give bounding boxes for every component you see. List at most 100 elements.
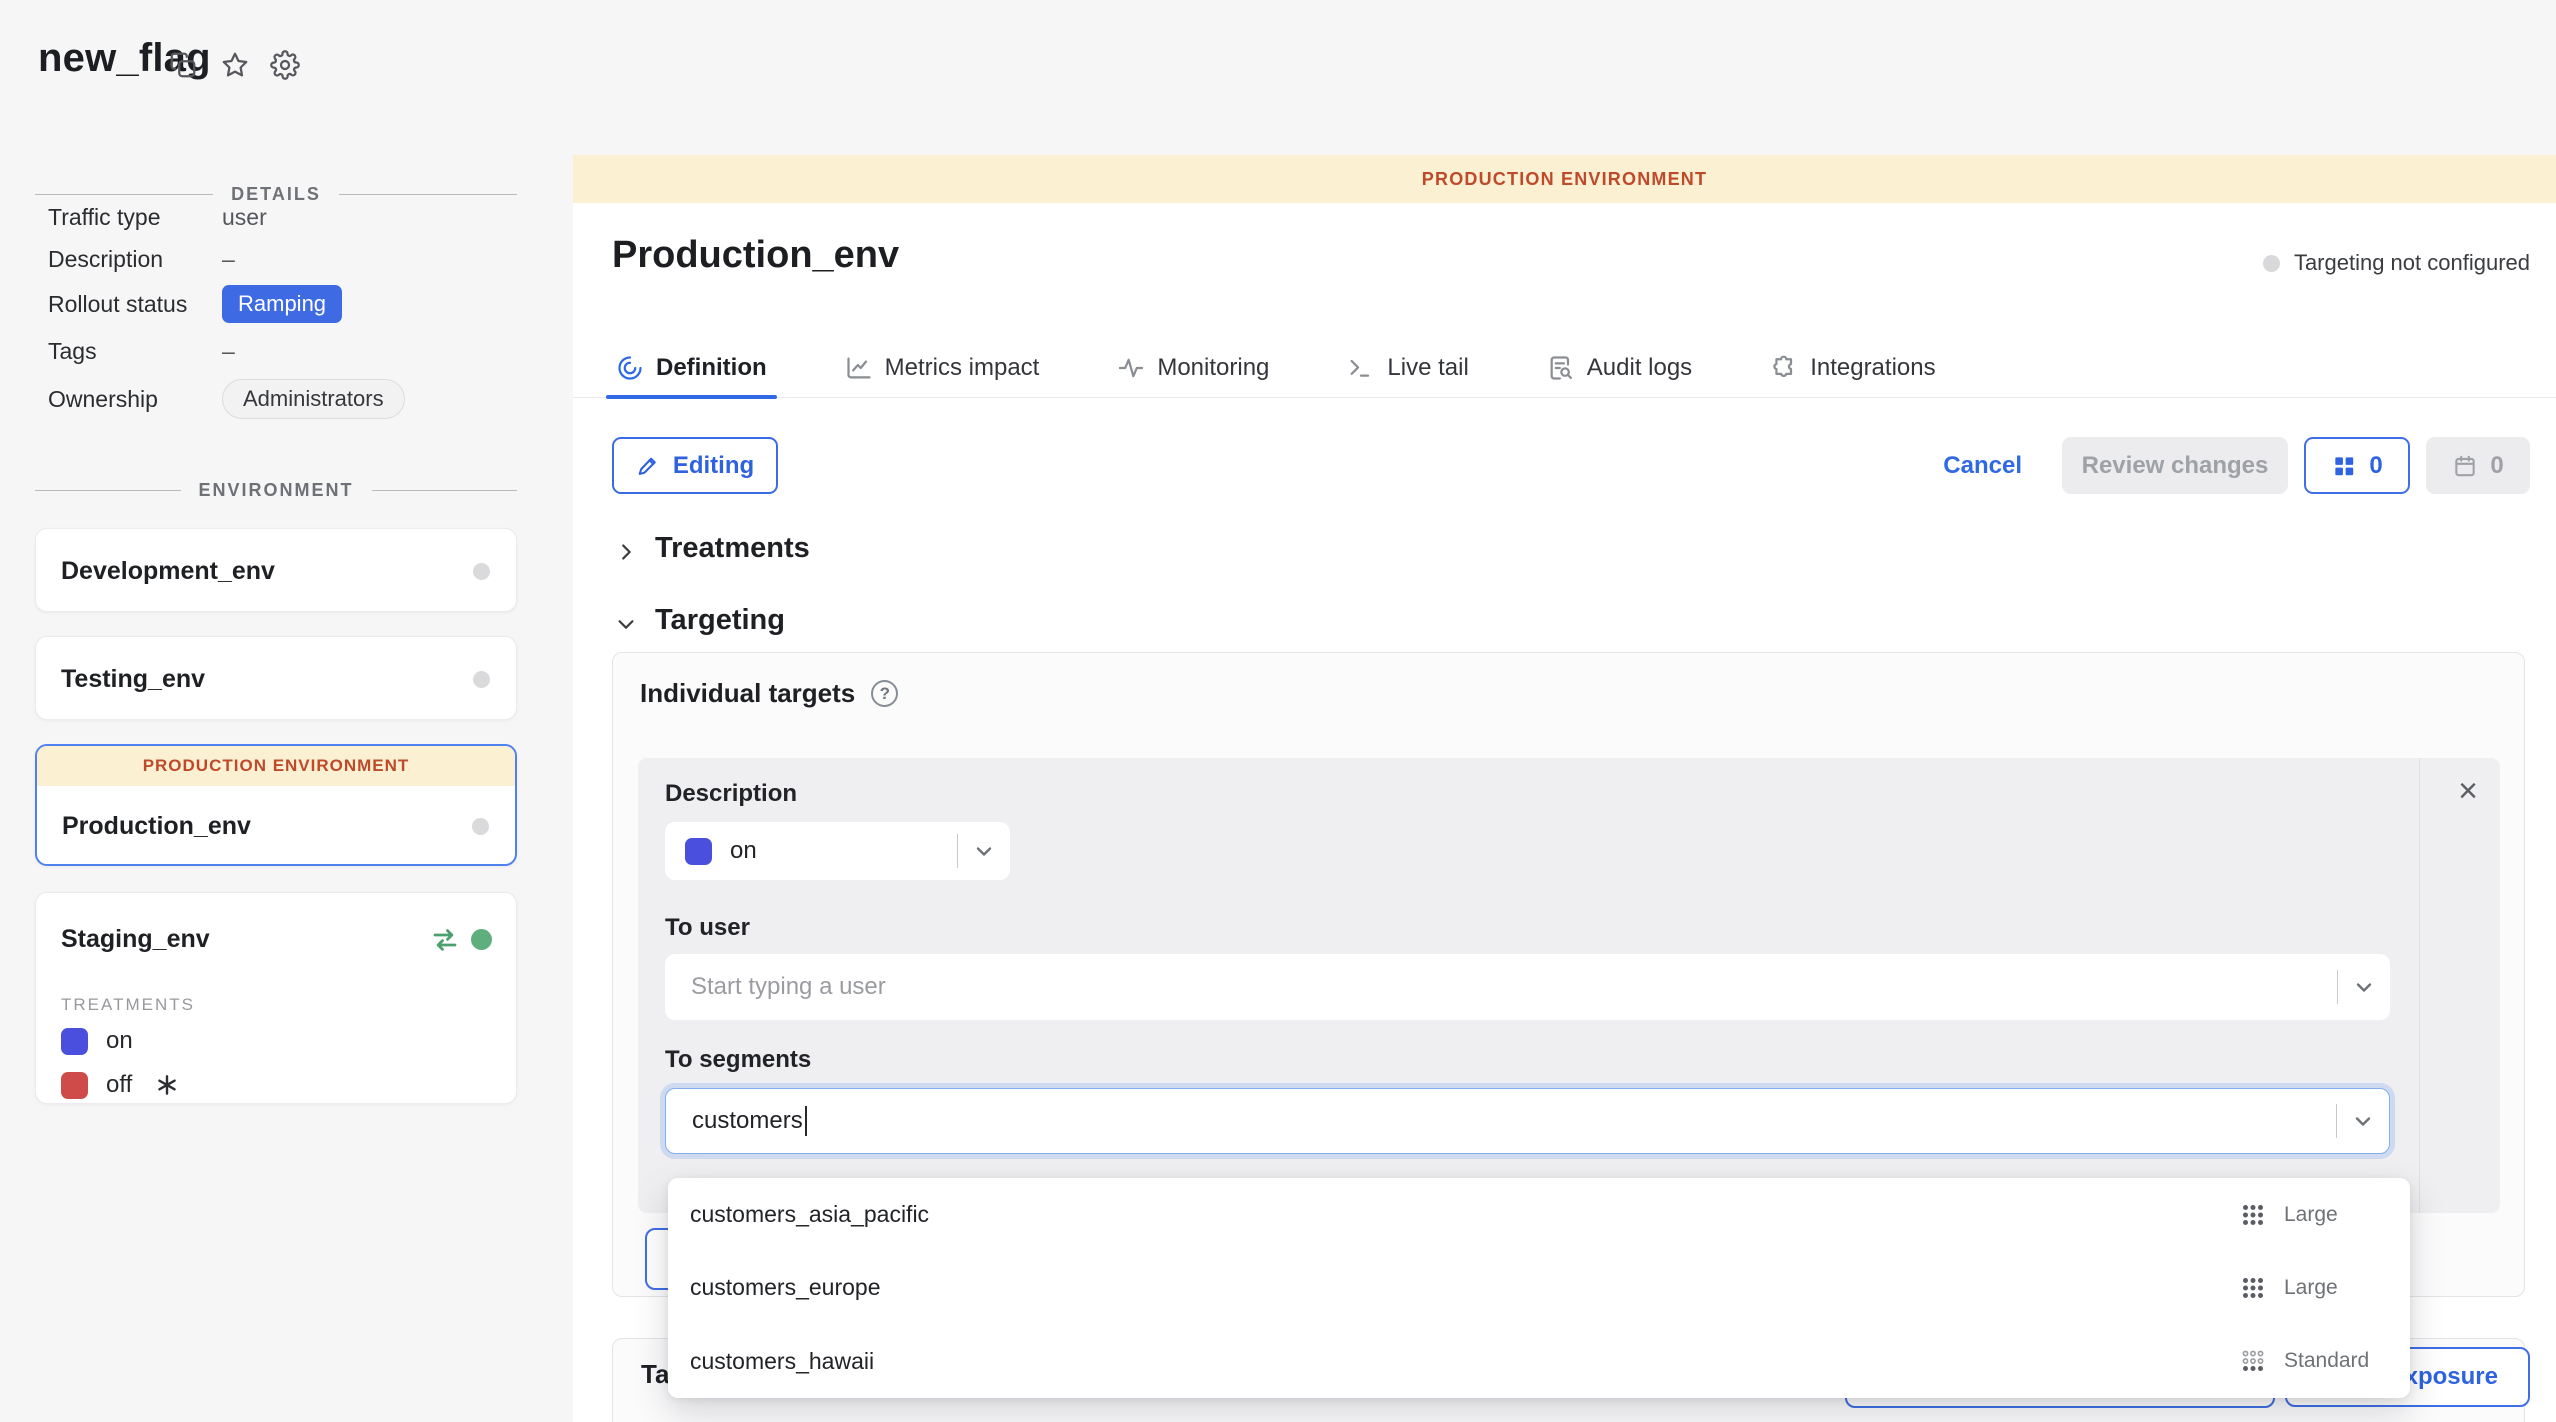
treatment-label: off [106,1071,132,1099]
segment-size: Large [2284,1276,2376,1300]
tab-label: Audit logs [1587,354,1692,382]
env-status-dot [472,818,489,835]
app-screen: new_flag DETAILS Traffic type user Descr… [0,0,2556,1422]
to-user-input[interactable] [665,954,2390,1020]
exposure-button-label-fragment: xposure [2405,1363,2498,1391]
detail-label: Traffic type [48,204,222,231]
env-name: Development_env [61,557,275,586]
detail-row-rollout-status: Rollout status Ramping [48,284,518,324]
integrations-icon [1770,354,1798,382]
detail-label: Tags [48,338,222,365]
default-treatment-asterisk-icon [154,1072,180,1098]
star-icon[interactable] [220,50,250,80]
segment-name: customers_europe [690,1274,881,1301]
grid-icon [2331,453,2357,479]
tab-label: Live tail [1387,354,1468,382]
chevron-down-icon[interactable] [2337,1109,2389,1133]
to-user-label: To user [665,914,750,942]
environment-section-heading: ENVIRONMENT [35,480,517,501]
details-section-heading: DETAILS [35,184,517,205]
chevron-down-icon[interactable] [2338,975,2390,999]
tab-bar: Definition Metrics impact Monitoring Liv… [606,338,1946,398]
text-caret [805,1106,807,1136]
to-user-field[interactable] [665,973,2337,1001]
dots-grid-outline-icon [2238,1346,2268,1376]
tab-label: Metrics impact [885,354,1040,382]
changes-count-button[interactable]: 0 [2304,437,2410,494]
tab-label: Integrations [1810,354,1935,382]
targeting-rules-title-fragment: Ta [641,1359,669,1390]
description-label: Description [665,780,797,808]
to-segments-label: To segments [665,1046,811,1074]
dots-grid-filled-icon [2238,1200,2268,1230]
cancel-link[interactable]: Cancel [1943,452,2022,480]
definition-icon [616,354,644,382]
review-changes-button[interactable]: Review changes [2062,437,2288,494]
close-icon[interactable]: × [2458,774,2478,808]
segment-size: Standard [2284,1349,2376,1373]
environment-title: Production_env [612,234,899,277]
env-card-development[interactable]: Development_env [35,528,517,612]
detail-value: – [222,338,235,365]
segment-option-europe[interactable]: customers_europe Large [668,1251,2410,1324]
scheduled-count-button[interactable]: 0 [2426,437,2530,494]
section-title: Treatments [655,532,810,565]
rollout-status-badge: Ramping [222,285,342,323]
env-name: Testing_env [61,665,205,694]
tab-live-tail[interactable]: Live tail [1337,338,1478,398]
tab-label: Definition [656,354,767,382]
env-name: Production_env [62,812,251,841]
live-tail-icon [1347,354,1375,382]
treatment-select-value: on [730,837,957,865]
treatment-on-swatch [61,1028,88,1055]
detail-value: – [222,246,235,273]
gear-icon[interactable] [270,50,300,80]
tab-integrations[interactable]: Integrations [1760,338,1945,398]
treatments-heading: TREATMENTS [61,995,195,1015]
to-segments-value: customers [692,1107,803,1135]
env-card-staging[interactable]: Staging_env TREATMENTS on off [35,892,517,1104]
metrics-icon [845,354,873,382]
to-segments-input[interactable]: customers [665,1088,2390,1154]
detail-row-description: Description – [48,246,518,273]
detail-row-tags: Tags – [48,338,518,365]
status-text: Targeting not configured [2294,250,2530,276]
production-environment-banner: PRODUCTION ENVIRONMENT [37,746,515,786]
audit-logs-icon [1547,354,1575,382]
target-rule-card: × Description on To user To segments cus… [638,758,2500,1213]
treatment-row-on: on [61,1027,133,1055]
section-title: Targeting [655,604,785,637]
editing-button[interactable]: Editing [612,437,778,494]
monitoring-icon [1117,354,1145,382]
chevron-down-icon[interactable] [958,839,1010,863]
detail-value: user [222,204,267,231]
env-card-production[interactable]: PRODUCTION ENVIRONMENT Production_env [35,744,517,866]
env-name: Staging_env [61,925,210,954]
dots-grid-filled-icon [2238,1273,2268,1303]
ownership-pill[interactable]: Administrators [222,379,405,419]
calendar-icon [2452,453,2478,479]
tab-label: Monitoring [1157,354,1269,382]
env-card-testing[interactable]: Testing_env [35,636,517,720]
segments-dropdown: customers_asia_pacific Large customers_e… [668,1178,2410,1398]
treatments-section-toggle[interactable]: Treatments [615,532,810,565]
treatment-row-off: off [61,1071,180,1099]
detail-row-ownership: Ownership Administrators [48,378,518,420]
chevron-right-icon [615,538,637,560]
copy-icon[interactable] [168,50,198,80]
detail-label: Description [48,246,222,273]
help-icon[interactable]: ? [871,680,898,707]
tab-metrics-impact[interactable]: Metrics impact [835,338,1050,398]
tab-definition[interactable]: Definition [606,338,777,398]
chevron-down-icon [615,610,637,632]
tab-monitoring[interactable]: Monitoring [1107,338,1279,398]
segment-option-hawaii[interactable]: customers_hawaii Standard [668,1325,2410,1398]
targeting-section-toggle[interactable]: Targeting [615,604,785,637]
treatment-select[interactable]: on [665,822,1010,880]
pencil-icon [636,453,661,478]
treatment-off-swatch [61,1072,88,1099]
env-status-dot [473,671,490,688]
segment-option-asia-pacific[interactable]: customers_asia_pacific Large [668,1178,2410,1251]
segment-name: customers_hawaii [690,1348,874,1375]
tab-audit-logs[interactable]: Audit logs [1537,338,1702,398]
